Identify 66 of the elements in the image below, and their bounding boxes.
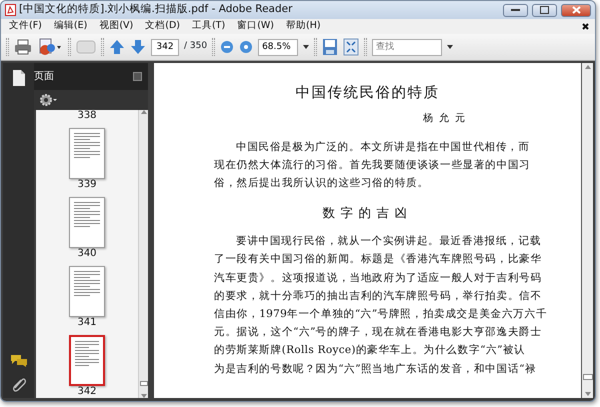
scroll-up-icon[interactable]: [584, 65, 590, 69]
page-number-label: 341: [77, 316, 97, 329]
author-name: 杨允元: [422, 112, 471, 126]
menu-item[interactable]: 文件(F): [3, 19, 48, 34]
paperclip-icon[interactable]: [12, 376, 26, 392]
next-page-icon[interactable]: [130, 39, 146, 55]
comments-icon[interactable]: [10, 354, 28, 368]
close-button[interactable]: [561, 4, 591, 16]
scroll-down-icon[interactable]: [584, 392, 590, 396]
fit-page-icon[interactable]: [343, 38, 360, 56]
dropdown-caret-icon[interactable]: [303, 45, 310, 49]
menu-item[interactable]: 窗口(W): [231, 19, 280, 34]
menu-item[interactable]: 文档(D): [139, 19, 186, 34]
pdf-icon: [5, 4, 16, 16]
text-line: 的劳斯莱斯牌(Rolls Royce)的豪华车上。为什么数字“六”被认: [214, 343, 526, 358]
minimize-icon: [511, 8, 520, 12]
document-scrollbar[interactable]: [581, 63, 593, 398]
text-line: 要讲中国现行民俗，就从一个实例讲起。最近香港报纸，记载: [235, 234, 542, 250]
page-thumbnail[interactable]: [69, 266, 105, 317]
page-thumbnail[interactable]: [69, 128, 105, 179]
text-line: 了一段有关中国习俗的新闻。标题是《香港汽车牌照号码，比豪华: [214, 252, 543, 268]
page-number-label: 338: [77, 110, 97, 122]
minimize-button[interactable]: [503, 4, 528, 16]
scroll-thumb[interactable]: [582, 374, 592, 380]
menu-item[interactable]: 视图(V): [93, 19, 140, 34]
panel-title: 页面: [34, 70, 54, 84]
section-heading: 数字的吉凶: [322, 204, 414, 222]
page-number-label: 342: [77, 386, 97, 398]
page-number-field[interactable]: 342: [151, 38, 179, 56]
menu-item[interactable]: 帮助(H): [280, 19, 327, 34]
scroll-thumb[interactable]: [140, 381, 148, 386]
text-line: 的要求，就十分乖巧的抽出吉利的汽车牌照号码，举行拍卖。信不: [214, 288, 543, 304]
scroll-down-icon[interactable]: [140, 394, 146, 398]
zoom-out-icon[interactable]: [220, 40, 234, 54]
thumbnail-scrollbar[interactable]: [138, 110, 148, 398]
options-gear-icon[interactable]: [40, 94, 58, 106]
text-line: 现在仍然大体流行的习俗。首先我要随便谈谈一些显著的中国习: [214, 158, 532, 173]
previous-page-icon[interactable]: [109, 39, 125, 55]
search-caret-icon[interactable]: [447, 45, 454, 49]
pages-icon[interactable]: [12, 69, 26, 87]
close-icon: [572, 6, 580, 14]
page-number-label: 340: [77, 248, 97, 260]
page-total: / 350: [184, 40, 208, 54]
collapse-button[interactable]: [133, 72, 142, 81]
print-icon[interactable]: [14, 39, 32, 55]
text-line: 汽车更贵》。这项报道说，当地政府为了适应一般人对于吉利号码: [214, 270, 543, 286]
save-icon[interactable]: [322, 38, 338, 56]
page-thumbnail[interactable]: [69, 196, 105, 248]
text-line: 元。据说，这个“六”号的牌子，现在就在香港电影大亨邵逸夫爵士: [214, 325, 543, 340]
search-field[interactable]: 查找: [372, 38, 442, 56]
text-line: 俗，然后提出我所认识的这些习俗的特质。: [214, 176, 430, 192]
close-document-icon[interactable]: [582, 23, 589, 30]
maximize-button[interactable]: [532, 4, 557, 16]
text-line: 信由你，1979年一个单独的“六”号牌照，拍卖成交是美金六万六千: [214, 306, 548, 322]
document-title: 中国传统民俗的特质: [294, 84, 440, 103]
zoom-in-icon[interactable]: [239, 40, 254, 54]
window-title: [中国文化的特质].刘小枫编.扫描版.pdf - Adobe Reader: [19, 2, 292, 18]
menu-item[interactable]: 工具(T): [186, 19, 232, 34]
zoom-field[interactable]: 68.5%: [258, 38, 298, 56]
page-number-label: 339: [77, 178, 97, 191]
text-line: 中国民俗是极为广泛的。本文所讲是指在中国世代相传，而: [235, 140, 531, 155]
share-icon[interactable]: [37, 38, 63, 56]
text-line: 为是吉利的号数呢？因为“六”照当地广东话的发音，和中国话“禄: [214, 362, 538, 377]
menu-item[interactable]: 编辑(E): [48, 19, 94, 34]
page-thumbnail[interactable]: [69, 334, 105, 386]
maximize-icon: [540, 6, 549, 14]
